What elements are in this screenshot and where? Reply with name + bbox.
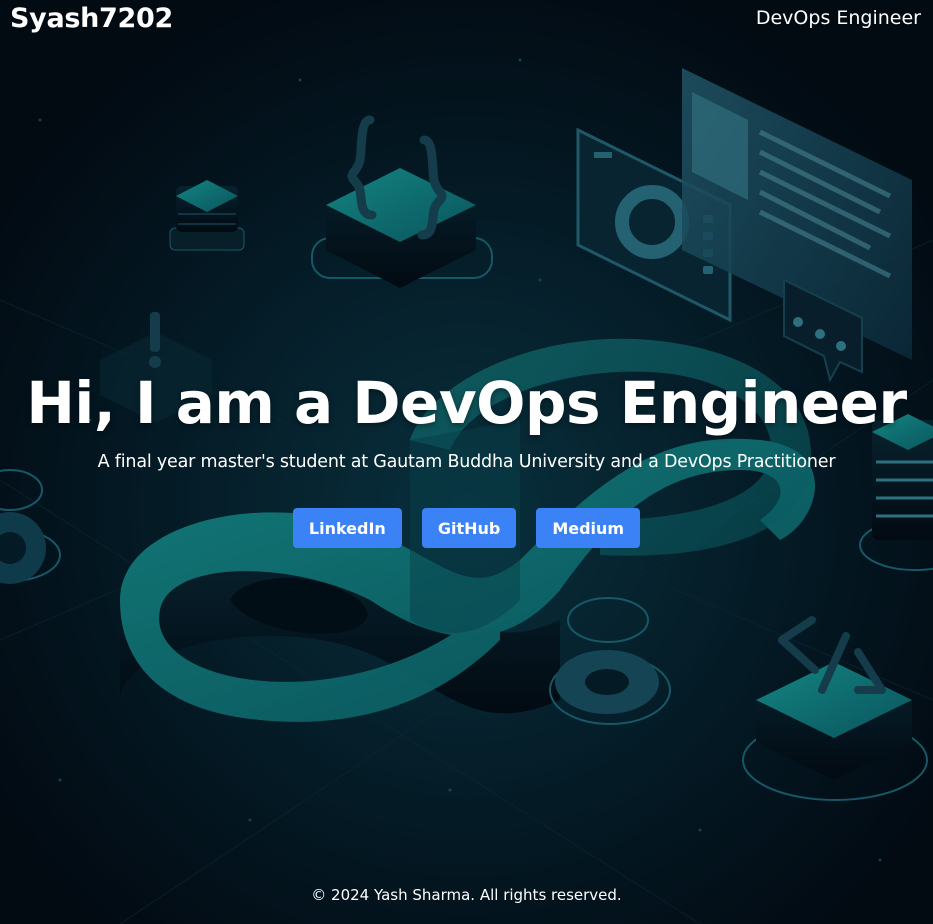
footer-copyright: © 2024 Yash Sharma. All rights reserved.	[311, 886, 622, 904]
header-tagline: DevOps Engineer	[755, 7, 921, 29]
medium-button[interactable]: Medium	[536, 508, 641, 548]
hero-title: Hi, I am a DevOps Engineer	[26, 369, 907, 437]
hero-subtitle: A final year master's student at Gautam …	[97, 452, 836, 472]
github-button[interactable]: GitHub	[421, 508, 517, 548]
site-brand[interactable]: Syash7202	[10, 2, 173, 36]
social-buttons: LinkedIn GitHub Medium	[0, 508, 933, 548]
linkedin-button[interactable]: LinkedIn	[292, 508, 402, 548]
